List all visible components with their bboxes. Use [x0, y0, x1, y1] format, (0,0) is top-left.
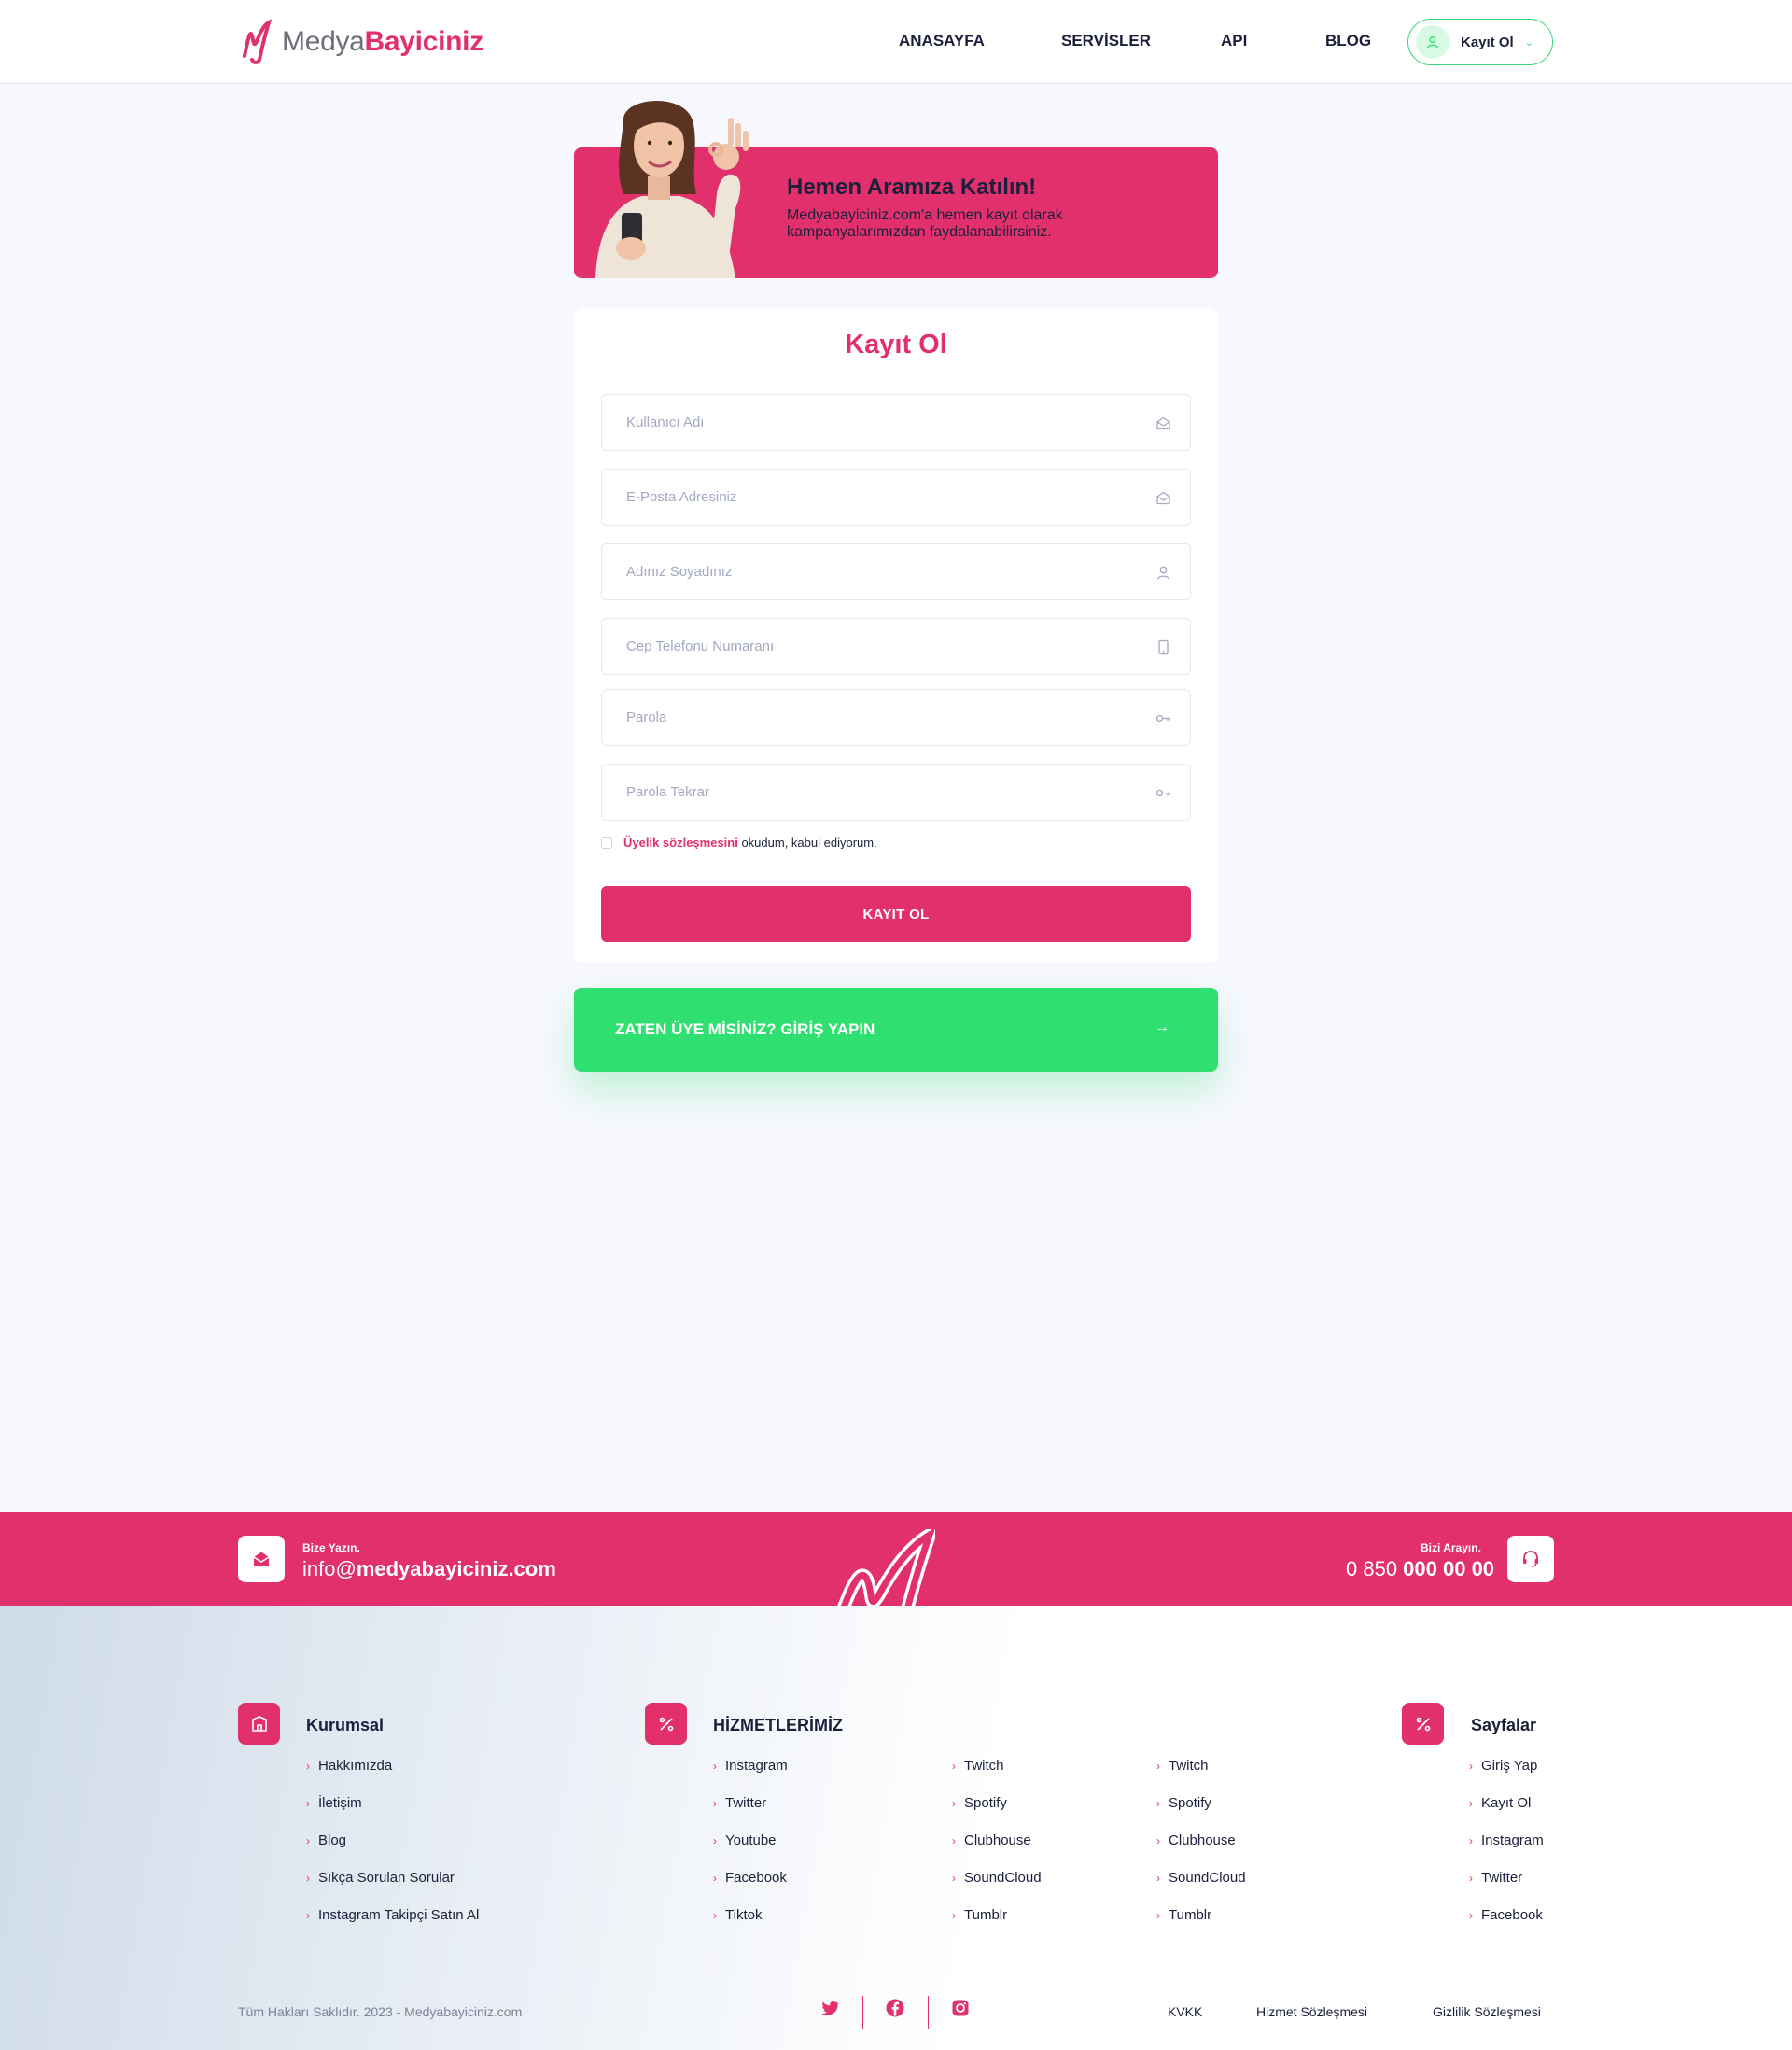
- nav-blog[interactable]: BLOG: [1325, 32, 1371, 50]
- password-field[interactable]: [601, 689, 1191, 746]
- footer-link-service-agreement[interactable]: Hizmet Sözleşmesi: [1256, 2004, 1367, 2019]
- footer-service-link[interactable]: › SoundCloud: [1156, 1870, 1246, 1886]
- headset-icon: [1507, 1536, 1554, 1582]
- footer-service-link[interactable]: › Tumblr: [952, 1907, 1007, 1923]
- facebook-icon[interactable]: [885, 1998, 905, 2018]
- username-field[interactable]: [601, 394, 1191, 451]
- email-field[interactable]: [601, 469, 1191, 526]
- percent-icon: [645, 1703, 687, 1745]
- user-icon: [1156, 566, 1170, 580]
- terms-checkbox[interactable]: [601, 836, 612, 849]
- footer-page-link[interactable]: › Instagram: [1469, 1832, 1544, 1848]
- site-header: MedyaBayiciniz ANASAYFA SERVİSLER API BL…: [0, 0, 1792, 84]
- footer-link-contact[interactable]: › İletişim: [306, 1795, 362, 1811]
- username-input[interactable]: [602, 395, 1190, 450]
- password-repeat-input[interactable]: [602, 765, 1190, 820]
- phone-input[interactable]: [602, 619, 1190, 674]
- footer-service-link[interactable]: › Instagram: [713, 1758, 788, 1774]
- copyright-text: Tüm Hakları Saklıdır. 2023 - Medyabayici…: [238, 2004, 523, 2019]
- arrow-right-icon: →: [1155, 1019, 1169, 1035]
- footer-service-link[interactable]: › Twitch: [1156, 1758, 1209, 1774]
- phone-main: 000 00 00: [1403, 1557, 1495, 1580]
- twitter-icon[interactable]: [819, 1998, 840, 2018]
- register-submit-button[interactable]: KAYIT OL: [601, 886, 1191, 942]
- building-icon: [238, 1703, 280, 1745]
- join-banner-text: Medyabayiciniz.com'a hemen kayıt olarak …: [787, 207, 1063, 240]
- footer-service-link[interactable]: › Tiktok: [713, 1907, 762, 1923]
- footer-page-link[interactable]: › Facebook: [1469, 1907, 1543, 1923]
- nav-services[interactable]: SERVİSLER: [1061, 32, 1151, 50]
- register-title: Kayıt Ol: [845, 330, 947, 359]
- footer-service-link[interactable]: › Clubhouse: [1156, 1832, 1236, 1848]
- footer-pages-title: Sayfalar: [1471, 1716, 1537, 1734]
- footer-link-privacy-agreement[interactable]: Gizlilik Sözleşmesi: [1433, 2004, 1541, 2019]
- footer-link-faq[interactable]: › Sıkça Sorulan Sorular: [306, 1870, 455, 1886]
- chevron-down-icon: ⌄: [1524, 36, 1533, 49]
- logo-mark-icon: [243, 19, 273, 64]
- user-icon: [1416, 25, 1449, 59]
- password-input[interactable]: [602, 690, 1190, 745]
- register-label: Kayıt Ol: [1461, 34, 1514, 50]
- footer-service-link[interactable]: › Twitch: [952, 1758, 1004, 1774]
- phone-prefix: 0 850: [1346, 1557, 1404, 1580]
- nav-api[interactable]: API: [1221, 32, 1247, 50]
- nav-home[interactable]: ANASAYFA: [899, 32, 985, 50]
- email-domain: medyabayiciniz.com: [356, 1557, 556, 1580]
- footer-page-link[interactable]: › Twitter: [1469, 1870, 1522, 1886]
- logo-text-light: Medya: [282, 26, 365, 57]
- envelope-icon: [1156, 491, 1170, 505]
- footer-service-link[interactable]: › Spotify: [1156, 1795, 1211, 1811]
- footer-service-link[interactable]: › Clubhouse: [952, 1832, 1031, 1848]
- footer-page-link[interactable]: › Kayıt Ol: [1469, 1795, 1531, 1811]
- email-input[interactable]: [602, 470, 1190, 525]
- terms-agreement: Üyelik sözleşmesini okudum, kabul ediyor…: [601, 835, 877, 849]
- footer-link-instagram-followers[interactable]: › Instagram Takipçi Satın Al: [306, 1907, 479, 1923]
- contact-phone[interactable]: 0 850 000 00 00: [1346, 1557, 1494, 1581]
- footer-services-title: HİZMETLERİMİZ: [713, 1716, 843, 1734]
- email-prefix: info@: [302, 1557, 357, 1580]
- call-us-label: Bizi Arayın.: [1421, 1541, 1481, 1554]
- footer-service-link[interactable]: › Facebook: [713, 1870, 787, 1886]
- envelope-icon: [1156, 416, 1170, 430]
- terms-text: okudum, kabul ediyorum.: [737, 835, 877, 849]
- social-divider: [928, 1996, 929, 2029]
- login-cta-button[interactable]: ZATEN ÜYE MİSİNİZ? GİRİŞ YAPIN →: [574, 988, 1218, 1072]
- footer-link-kvkk[interactable]: KVKK: [1168, 2004, 1202, 2019]
- social-divider: [862, 1996, 863, 2029]
- instagram-icon[interactable]: [950, 1998, 971, 2018]
- fullname-input[interactable]: [602, 544, 1190, 599]
- percent-icon: [1402, 1703, 1444, 1745]
- write-us-label: Bize Yazın.: [302, 1541, 360, 1554]
- contact-email[interactable]: info@medyabayiciniz.com: [302, 1557, 556, 1581]
- footer-service-link[interactable]: › Twitter: [713, 1795, 766, 1811]
- mail-icon: [238, 1536, 285, 1582]
- woman-ok-gesture-image: [595, 101, 749, 278]
- key-icon: [1155, 714, 1170, 723]
- footer-corporate-title: Kurumsal: [306, 1716, 385, 1734]
- join-banner-title: Hemen Aramıza Katılın!: [787, 175, 1037, 200]
- footer-service-link[interactable]: › SoundCloud: [952, 1870, 1042, 1886]
- footer-service-link[interactable]: › Tumblr: [1156, 1907, 1211, 1923]
- footer-service-link[interactable]: › Spotify: [952, 1795, 1007, 1811]
- phone-icon: [1158, 639, 1169, 655]
- footer-service-link[interactable]: › Youtube: [713, 1832, 777, 1848]
- key-icon: [1155, 789, 1170, 797]
- fullname-field[interactable]: [601, 543, 1191, 600]
- terms-link[interactable]: Üyelik sözleşmesini: [623, 835, 738, 849]
- site-logo[interactable]: MedyaBayiciniz: [241, 19, 483, 65]
- logo-text-bold: Bayiciniz: [364, 26, 484, 57]
- phone-field[interactable]: [601, 618, 1191, 675]
- password-repeat-field[interactable]: [601, 764, 1191, 821]
- footer-link-blog[interactable]: › Blog: [306, 1832, 346, 1848]
- login-cta-label: ZATEN ÜYE MİSİNİZ? GİRİŞ YAPIN: [615, 1020, 875, 1038]
- footer-link-about[interactable]: › Hakkımızda: [306, 1758, 392, 1774]
- site-footer: [0, 1606, 1792, 2050]
- register-dropdown-button[interactable]: Kayıt Ol ⌄: [1407, 19, 1553, 65]
- footer-page-link[interactable]: › Giriş Yap: [1469, 1758, 1537, 1774]
